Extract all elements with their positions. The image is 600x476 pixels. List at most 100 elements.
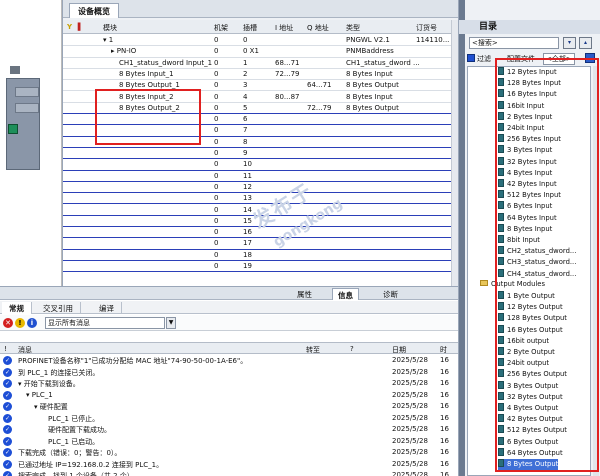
col-time[interactable]: 时: [440, 345, 447, 355]
message-date: 2025/5/28: [392, 436, 428, 445]
cell-i: 72...79: [275, 69, 300, 78]
chevron-down-icon[interactable]: ▼: [166, 317, 176, 329]
filter-icon[interactable]: Y: [67, 23, 72, 31]
table-row[interactable]: ▾ 1 0 0 PNGWL V2.1 114110...: [63, 35, 459, 47]
info-filter-icon[interactable]: i: [27, 318, 37, 328]
cell-type: 8 Bytes Output: [346, 103, 399, 112]
cell-rack: 0: [214, 92, 219, 101]
message-row[interactable]: ✓ PLC_1 已启动。 2025/5/28 16: [0, 436, 458, 448]
message-row[interactable]: ✓ 下载完成（错误：0；警告：0）。 2025/5/28 16: [0, 447, 458, 459]
cell-rack: 0: [214, 126, 219, 135]
message-table-header: ! 消息 转至 ? 日期 时: [0, 342, 458, 354]
message-row[interactable]: ✓ ▾ 开始下载到设备。 2025/5/28 16: [0, 378, 458, 390]
catalog-search-input[interactable]: <搜索>: [469, 37, 559, 49]
table-row[interactable]: 09: [63, 148, 459, 160]
warning-filter-icon[interactable]: !: [15, 318, 25, 328]
col-module[interactable]: 模块: [103, 23, 117, 33]
table-row[interactable]: 0 18: [63, 250, 459, 261]
table-row[interactable]: ▸ PN-IO 0 0 X1 PNMBaddress: [63, 46, 459, 58]
message-text: 到 PLC_1 的连接已关闭。: [18, 368, 100, 377]
tab-properties[interactable]: 属性: [292, 288, 317, 300]
col-rack[interactable]: 机架: [214, 23, 228, 33]
search-down-icon[interactable]: ▾: [563, 37, 576, 49]
col-help[interactable]: ?: [350, 345, 354, 353]
message-time: 16: [440, 413, 449, 422]
col-type[interactable]: 类型: [346, 23, 360, 33]
cell-slot: 8: [243, 137, 248, 146]
cell-type: CH1_status_dword ...: [346, 58, 420, 67]
message-date: 2025/5/28: [392, 379, 428, 387]
table-row[interactable]: 0 19: [63, 261, 459, 273]
col-date[interactable]: 日期: [392, 345, 406, 355]
message-time: 16: [440, 436, 449, 445]
cell-i: 68...71: [275, 58, 300, 67]
cell-rack: 0: [214, 216, 219, 225]
message-row[interactable]: ✓ 到 PLC_1 的连接已关闭。 2025/5/28 16: [0, 367, 458, 379]
table-header: Y ▐ 模块 机架 插槽 I 地址 Q 地址 类型 订货号: [63, 20, 459, 34]
message-row[interactable]: ✓ PROFINET设备名称"1"已成功分配给 MAC 地址"74-90-50-0…: [0, 355, 458, 367]
table-row[interactable]: 8 Bytes Input_1 0 2 72...79 8 Bytes Input: [63, 69, 459, 81]
message-time: 16: [440, 471, 449, 476]
cell-slot: 7: [243, 126, 248, 135]
col-order-number[interactable]: 订货号: [416, 23, 437, 33]
cell-rack: 0: [214, 137, 219, 146]
message-row[interactable]: ✓ PLC_1 已停止。 2025/5/28 16: [0, 413, 458, 425]
col-q-address[interactable]: Q 地址: [307, 23, 329, 33]
search-up-icon[interactable]: ▴: [579, 37, 592, 49]
cell-rack: 0: [214, 115, 219, 124]
cell-rack: 0: [214, 194, 219, 203]
col-i-address[interactable]: I 地址: [275, 23, 293, 33]
subtab-compile[interactable]: 编译: [92, 302, 122, 314]
overview-tabbar: 设备概览: [63, 0, 459, 18]
table-row[interactable]: 0 12: [63, 182, 459, 194]
filter-checkbox[interactable]: [467, 54, 475, 62]
network-view-canvas[interactable]: [0, 0, 62, 290]
subtab-general[interactable]: 常规: [2, 302, 32, 314]
message-row[interactable]: ✓ ▾ PLC_1 2025/5/28 16: [0, 390, 458, 402]
message-date: 2025/5/28: [392, 367, 428, 376]
success-check-icon: ✓: [3, 425, 12, 434]
device-overview-table: Y ▐ 模块 机架 插槽 I 地址 Q 地址 类型 订货号 ▾ 1 0 0 PNGWL…: [63, 20, 459, 286]
success-check-icon: ✓: [3, 379, 12, 388]
success-check-icon: ✓: [3, 436, 12, 446]
rack-slot: [15, 103, 39, 113]
error-filter-icon[interactable]: ✕: [3, 318, 13, 328]
message-text: PLC_1 已停止。: [48, 414, 100, 423]
cell-slot: 5: [243, 103, 248, 112]
cell-slot: 17: [243, 239, 252, 248]
message-text: 硬件配置下载成功。: [48, 426, 111, 434]
hardware-catalog-panel: 目录 <搜索> ▾ ▴ 过滤 配置文件 <全部> 12 Bytes Input 1…: [458, 0, 600, 476]
col-message[interactable]: 消息: [18, 345, 32, 355]
cell-type: 8 Bytes Input: [346, 92, 393, 101]
col-slot[interactable]: 插槽: [243, 23, 257, 33]
cell-slot: 12: [243, 182, 252, 191]
success-check-icon: ✓: [3, 402, 12, 411]
message-row[interactable]: ✓ 搜索完成。找到 1 个设备（共 2 个）。 2025/5/28 16: [0, 470, 458, 476]
message-row[interactable]: ✓ ▾ 硬件配置 2025/5/28 16: [0, 401, 458, 413]
table-row[interactable]: 0 17: [63, 238, 459, 250]
cell-rack: 0: [214, 36, 219, 44]
success-check-icon: ✓: [3, 367, 12, 377]
message-text: 下载完成（错误：0；警告：0）。: [18, 449, 122, 457]
profinet-port-icon[interactable]: [8, 124, 18, 134]
table-row[interactable]: 0 11: [63, 171, 459, 182]
message-date: 2025/5/28: [392, 402, 428, 410]
cell-slot: 0 X1: [243, 47, 259, 56]
message-filter-bar: ✕ ! i 显示所有消息 ▼: [0, 315, 458, 331]
cell-slot: 2: [243, 69, 248, 78]
tab-device-overview[interactable]: 设备概览: [69, 3, 119, 18]
task-card-sidebar[interactable]: [459, 0, 465, 476]
message-filter-select[interactable]: 显示所有消息: [45, 317, 165, 329]
col-severity[interactable]: !: [4, 345, 7, 353]
cell-module: ▾ 1: [103, 36, 114, 44]
table-row[interactable]: 0 10: [63, 159, 459, 171]
tab-info[interactable]: 信息: [332, 288, 359, 300]
col-goto[interactable]: 转至: [306, 345, 320, 355]
cell-slot: 11: [243, 171, 252, 180]
table-row[interactable]: CH1_status_dword Input_1 0 1 68...71 CH1_sta…: [63, 58, 459, 69]
message-row[interactable]: ✓ 已通过地址 IP=192.168.0.2 连接到 PLC_1。 2025/5/2…: [0, 459, 458, 471]
message-time: 16: [440, 367, 449, 376]
message-row[interactable]: ✓ 硬件配置下载成功。 2025/5/28 16: [0, 424, 458, 436]
tab-diagnostics[interactable]: 诊断: [378, 288, 403, 300]
subtab-cross-reference[interactable]: 交叉引用: [36, 302, 81, 314]
